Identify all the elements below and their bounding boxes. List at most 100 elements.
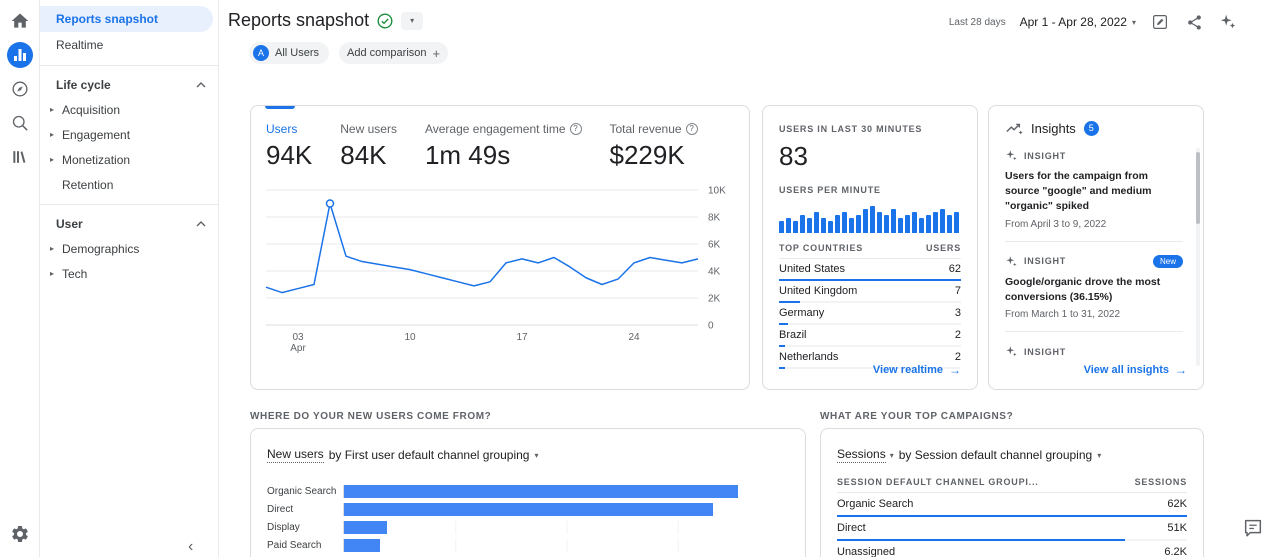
top-countries-list: United States62United Kingdom7Germany3Br… bbox=[779, 259, 961, 369]
sidebar-section-user[interactable]: User bbox=[40, 212, 218, 236]
sidebar-item-reports-snapshot[interactable]: Reports snapshot bbox=[40, 6, 213, 32]
sparkle-icon bbox=[1219, 13, 1237, 31]
minute-bar bbox=[940, 209, 945, 233]
chevron-up-icon bbox=[196, 82, 206, 88]
info-icon[interactable]: ? bbox=[686, 123, 698, 135]
new-users-by-channel-card: New users by First user default channel … bbox=[250, 428, 806, 557]
channel-bar bbox=[344, 503, 713, 516]
divider bbox=[40, 204, 218, 205]
minute-bar bbox=[786, 218, 791, 233]
sidebar-item-acquisition[interactable]: ▸Acquisition bbox=[40, 97, 218, 122]
info-icon[interactable]: ? bbox=[570, 123, 582, 135]
link-label: View realtime bbox=[873, 364, 943, 376]
expand-arrow-icon: ▸ bbox=[50, 155, 62, 164]
link-label: View all insights bbox=[1084, 364, 1169, 376]
report-dropdown-button[interactable]: ▾ bbox=[401, 12, 423, 30]
channel-column-header: SESSION DEFAULT CHANNEL GROUPI... bbox=[837, 477, 1039, 487]
sidebar-item-monetization[interactable]: ▸Monetization bbox=[40, 147, 218, 172]
main-content: Reports snapshot ▾ Last 28 days Apr 1 - … bbox=[219, 0, 1280, 557]
metric-label: New users bbox=[267, 447, 324, 463]
minute-bar bbox=[933, 212, 938, 233]
metric-label: New users bbox=[340, 122, 397, 136]
minute-bar bbox=[898, 218, 903, 233]
sparkle-icon bbox=[1005, 255, 1018, 268]
collapse-sidebar-button[interactable]: ‹ bbox=[188, 537, 208, 557]
campaigns-dimension-dropdown[interactable]: ▾ bbox=[1097, 451, 1101, 460]
date-range-picker[interactable]: Apr 1 - Apr 28, 2022 ▾ bbox=[1020, 15, 1136, 29]
settings-button[interactable] bbox=[7, 521, 33, 547]
feedback-button[interactable] bbox=[1240, 515, 1266, 541]
insight-text: Users for the campaign from source "goog… bbox=[1005, 169, 1183, 215]
insights-toggle-button[interactable] bbox=[1218, 12, 1238, 32]
nav-explore-button[interactable] bbox=[7, 76, 33, 102]
section-label: Life cycle bbox=[56, 78, 111, 92]
insight-label: INSIGHT bbox=[1024, 151, 1066, 161]
nav-reports-button[interactable] bbox=[7, 42, 33, 68]
channel-bar-row: Paid Search bbox=[267, 539, 789, 552]
svg-text:10K: 10K bbox=[708, 186, 726, 197]
insight-item[interactable]: INSIGHT New Google/organic drove the mos… bbox=[1005, 255, 1183, 320]
view-realtime-link[interactable]: View realtime → bbox=[873, 363, 961, 377]
edit-comparisons-button[interactable] bbox=[1150, 12, 1170, 32]
sessions-metric-dropdown[interactable]: Sessions▾ bbox=[837, 447, 894, 463]
nav-library-button[interactable] bbox=[7, 144, 33, 170]
insight-item[interactable]: INSIGHT bbox=[1005, 345, 1183, 358]
metric-label: Users bbox=[266, 122, 297, 136]
sidebar-item-retention[interactable]: Retention bbox=[40, 172, 218, 197]
country-row: Germany 3 bbox=[779, 303, 961, 325]
insights-count-badge: 5 bbox=[1084, 121, 1099, 136]
country-users: 62 bbox=[949, 263, 961, 275]
table-row: Direct51K bbox=[837, 517, 1187, 541]
sidebar-item-label: Engagement bbox=[62, 128, 130, 142]
expand-arrow-icon: ▸ bbox=[50, 269, 62, 278]
sidebar-item-realtime[interactable]: Realtime bbox=[40, 32, 213, 58]
section-label: User bbox=[56, 217, 83, 231]
minute-bar bbox=[800, 215, 805, 233]
metric-avg-engagement-time[interactable]: Average engagement time? 1m 49s bbox=[425, 122, 582, 171]
share-button[interactable] bbox=[1184, 12, 1204, 32]
users-per-minute-label: USERS PER MINUTE bbox=[779, 185, 961, 195]
minute-bar bbox=[947, 215, 952, 233]
svg-text:6K: 6K bbox=[708, 240, 721, 251]
all-users-chip[interactable]: A All Users bbox=[249, 42, 329, 64]
expand-arrow-icon: ▸ bbox=[50, 105, 62, 114]
nav-home-button[interactable] bbox=[7, 8, 33, 34]
selected-metric-indicator bbox=[265, 106, 295, 109]
sparkle-icon bbox=[1005, 345, 1018, 358]
scrollbar-thumb[interactable] bbox=[1196, 152, 1200, 224]
country-name: Germany bbox=[779, 307, 824, 319]
metric-users[interactable]: Users 94K bbox=[266, 122, 312, 171]
country-users: 3 bbox=[955, 307, 961, 319]
realtime-title: USERS IN LAST 30 MINUTES bbox=[779, 124, 961, 134]
sidebar-section-life-cycle[interactable]: Life cycle bbox=[40, 73, 218, 97]
minute-bar bbox=[856, 215, 861, 233]
channel-label: Organic Search bbox=[267, 486, 343, 497]
add-comparison-chip[interactable]: Add comparison + bbox=[339, 42, 448, 64]
arrow-right-icon: → bbox=[949, 363, 961, 377]
insight-label: INSIGHT bbox=[1024, 347, 1066, 357]
scrollbar[interactable] bbox=[1196, 148, 1200, 366]
chevron-down-icon: ▾ bbox=[1132, 18, 1136, 27]
sidebar-item-tech[interactable]: ▸Tech bbox=[40, 261, 218, 286]
chevron-down-icon: ▾ bbox=[1097, 451, 1101, 460]
channel-dimension-dropdown[interactable]: ▾ bbox=[534, 451, 538, 460]
users-overview-card: Users 94K New users 84K Average engageme… bbox=[250, 105, 750, 390]
nav-advertising-button[interactable] bbox=[7, 110, 33, 136]
channel-name: Unassigned bbox=[837, 546, 895, 557]
divider bbox=[1005, 241, 1183, 242]
new-users-question: WHERE DO YOUR NEW USERS COME FROM? bbox=[250, 411, 491, 422]
new-users-metric-dropdown[interactable]: New users bbox=[267, 447, 324, 463]
card-title-text: by Session default channel grouping bbox=[899, 448, 1092, 462]
sidebar-item-demographics[interactable]: ▸Demographics bbox=[40, 236, 218, 261]
sidebar-item-label: Retention bbox=[62, 178, 113, 192]
metric-total-revenue[interactable]: Total revenue? $229K bbox=[610, 122, 698, 171]
minute-bar bbox=[919, 218, 924, 233]
sidebar-item-engagement[interactable]: ▸Engagement bbox=[40, 122, 218, 147]
insight-item[interactable]: INSIGHT Users for the campaign from sour… bbox=[1005, 149, 1183, 230]
card-title-text: by First user default channel grouping bbox=[329, 448, 530, 462]
minute-bar bbox=[793, 221, 798, 233]
sidebar-item-label: Tech bbox=[62, 267, 87, 281]
metric-new-users[interactable]: New users 84K bbox=[340, 122, 397, 171]
report-nav-sidebar: Reports snapshot Realtime Life cycle ▸Ac… bbox=[40, 0, 219, 557]
view-all-insights-link[interactable]: View all insights → bbox=[1084, 363, 1187, 377]
